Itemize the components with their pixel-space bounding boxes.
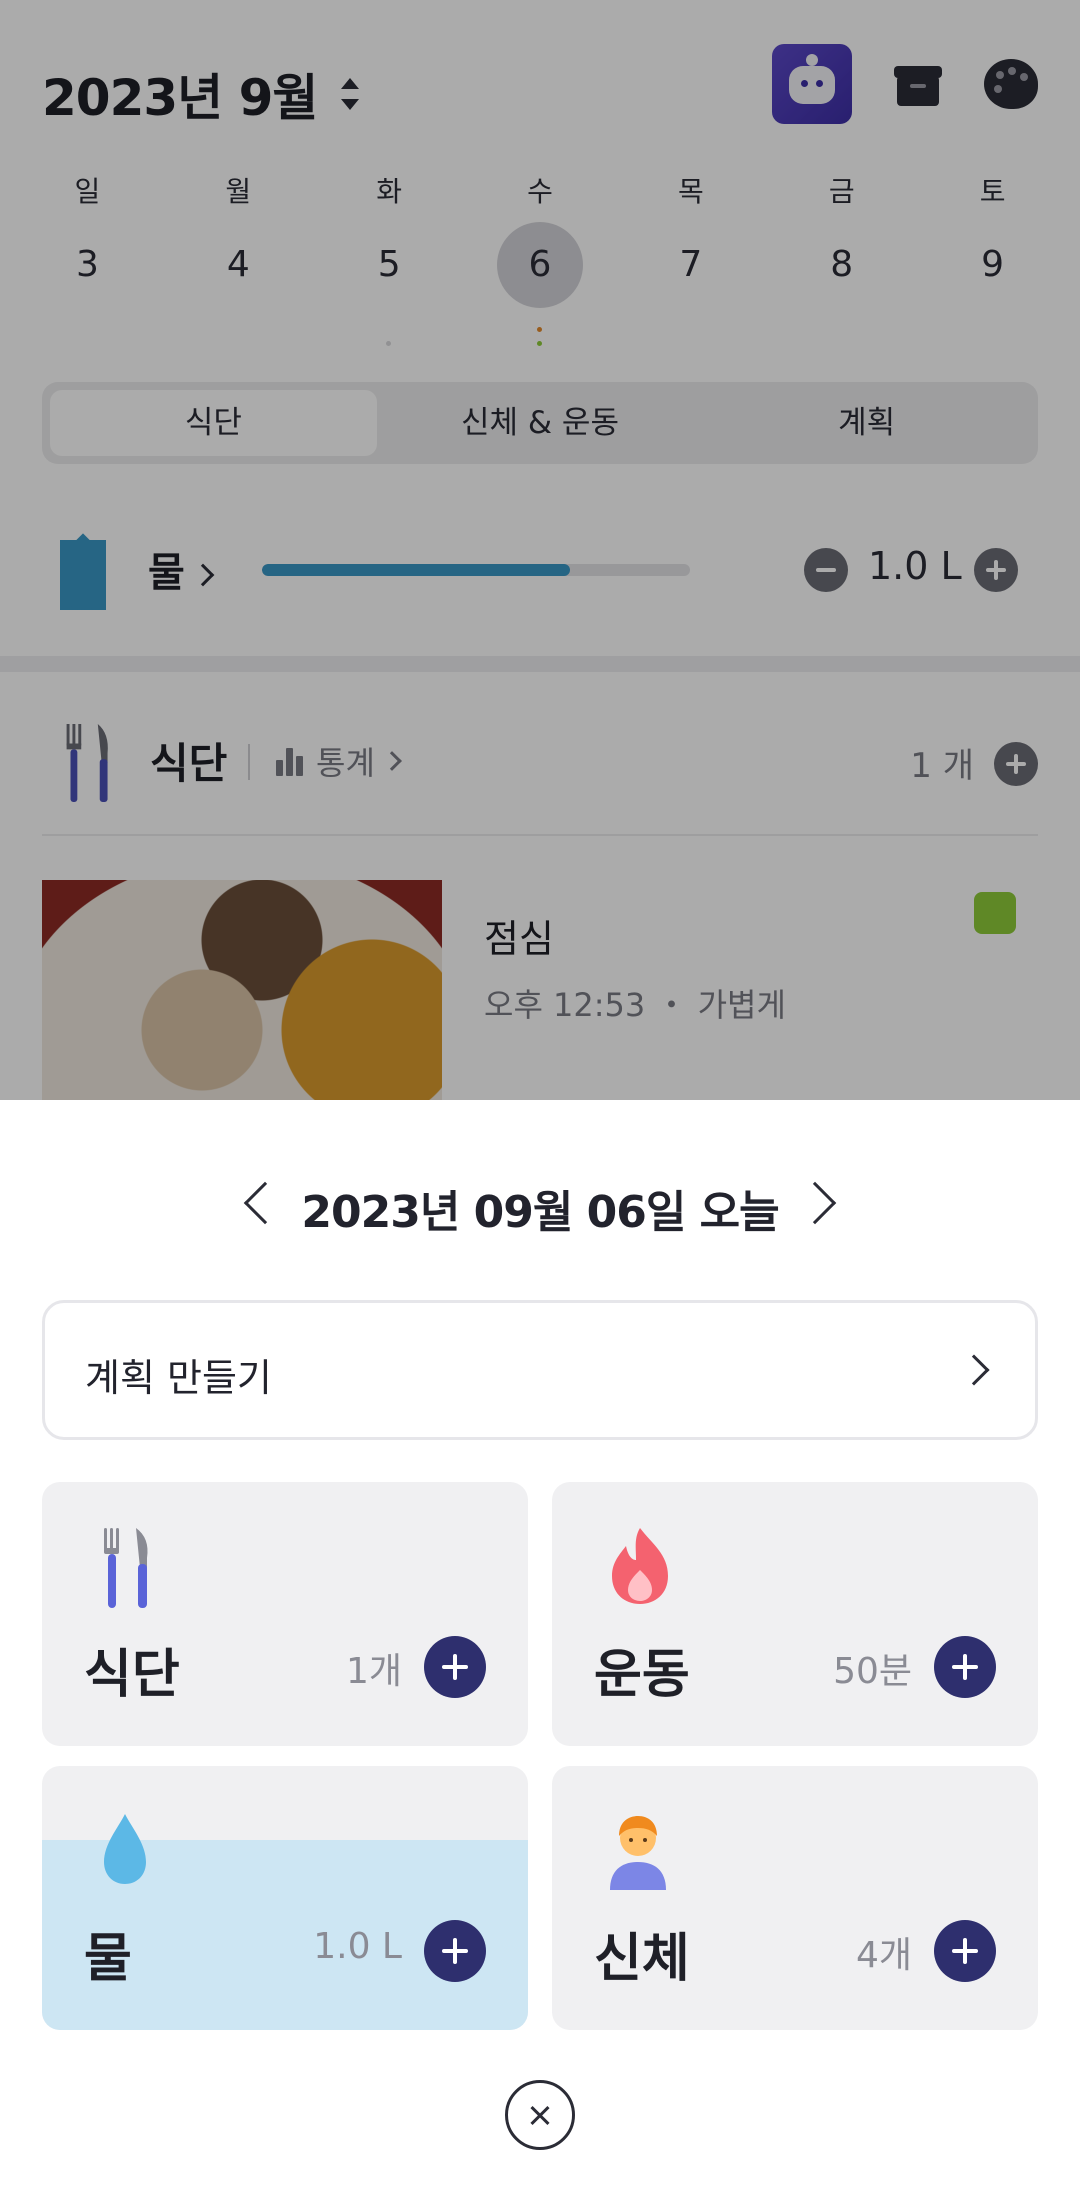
dim-overlay[interactable] bbox=[0, 0, 1080, 1100]
fork-knife-icon bbox=[104, 1528, 148, 1608]
exercise-card-title: 운동 bbox=[594, 1645, 690, 1705]
add-water-button[interactable] bbox=[424, 1920, 486, 1982]
create-plan-label: 계획 만들기 bbox=[85, 1356, 272, 1400]
flame-icon bbox=[612, 1528, 668, 1604]
add-exercise-button[interactable] bbox=[934, 1636, 996, 1698]
water-card[interactable]: 물 1.0 L bbox=[42, 1766, 528, 2030]
exercise-card-value: 50분 bbox=[833, 1651, 912, 1692]
exercise-card[interactable]: 운동 50분 bbox=[552, 1482, 1038, 1746]
person-icon bbox=[610, 1816, 666, 1890]
close-button[interactable] bbox=[505, 2080, 575, 2150]
water-card-title: 물 bbox=[84, 1929, 132, 1989]
date-navigator: 2023년 09월 06일 오늘 bbox=[0, 1170, 1080, 1240]
create-plan-button[interactable]: 계획 만들기 bbox=[42, 1300, 1038, 1440]
meal-card-title: 식단 bbox=[84, 1645, 180, 1705]
add-meal-button[interactable] bbox=[424, 1636, 486, 1698]
app-background: 2023년 9월 일 월 화 수 목 금 토 3 4 5 6 7 8 9 식단 … bbox=[0, 0, 1080, 1100]
water-card-value: 1.0 L bbox=[313, 1926, 402, 1967]
meal-card-value: 1개 bbox=[345, 1651, 402, 1692]
add-body-button[interactable] bbox=[934, 1920, 996, 1982]
sheet-date-label: 2023년 09월 06일 오늘 bbox=[301, 1187, 779, 1238]
meal-card[interactable]: 식단 1개 bbox=[42, 1482, 528, 1746]
body-card[interactable]: 신체 4개 bbox=[552, 1766, 1038, 2030]
water-drop-icon bbox=[104, 1814, 146, 1884]
body-card-title: 신체 bbox=[594, 1929, 690, 1989]
chevron-right-icon bbox=[958, 1354, 990, 1386]
body-card-value: 4개 bbox=[855, 1935, 912, 1976]
bottom-sheet: 2023년 09월 06일 오늘 계획 만들기 식단 1개 운동 50분 물 1… bbox=[0, 1100, 1080, 2199]
